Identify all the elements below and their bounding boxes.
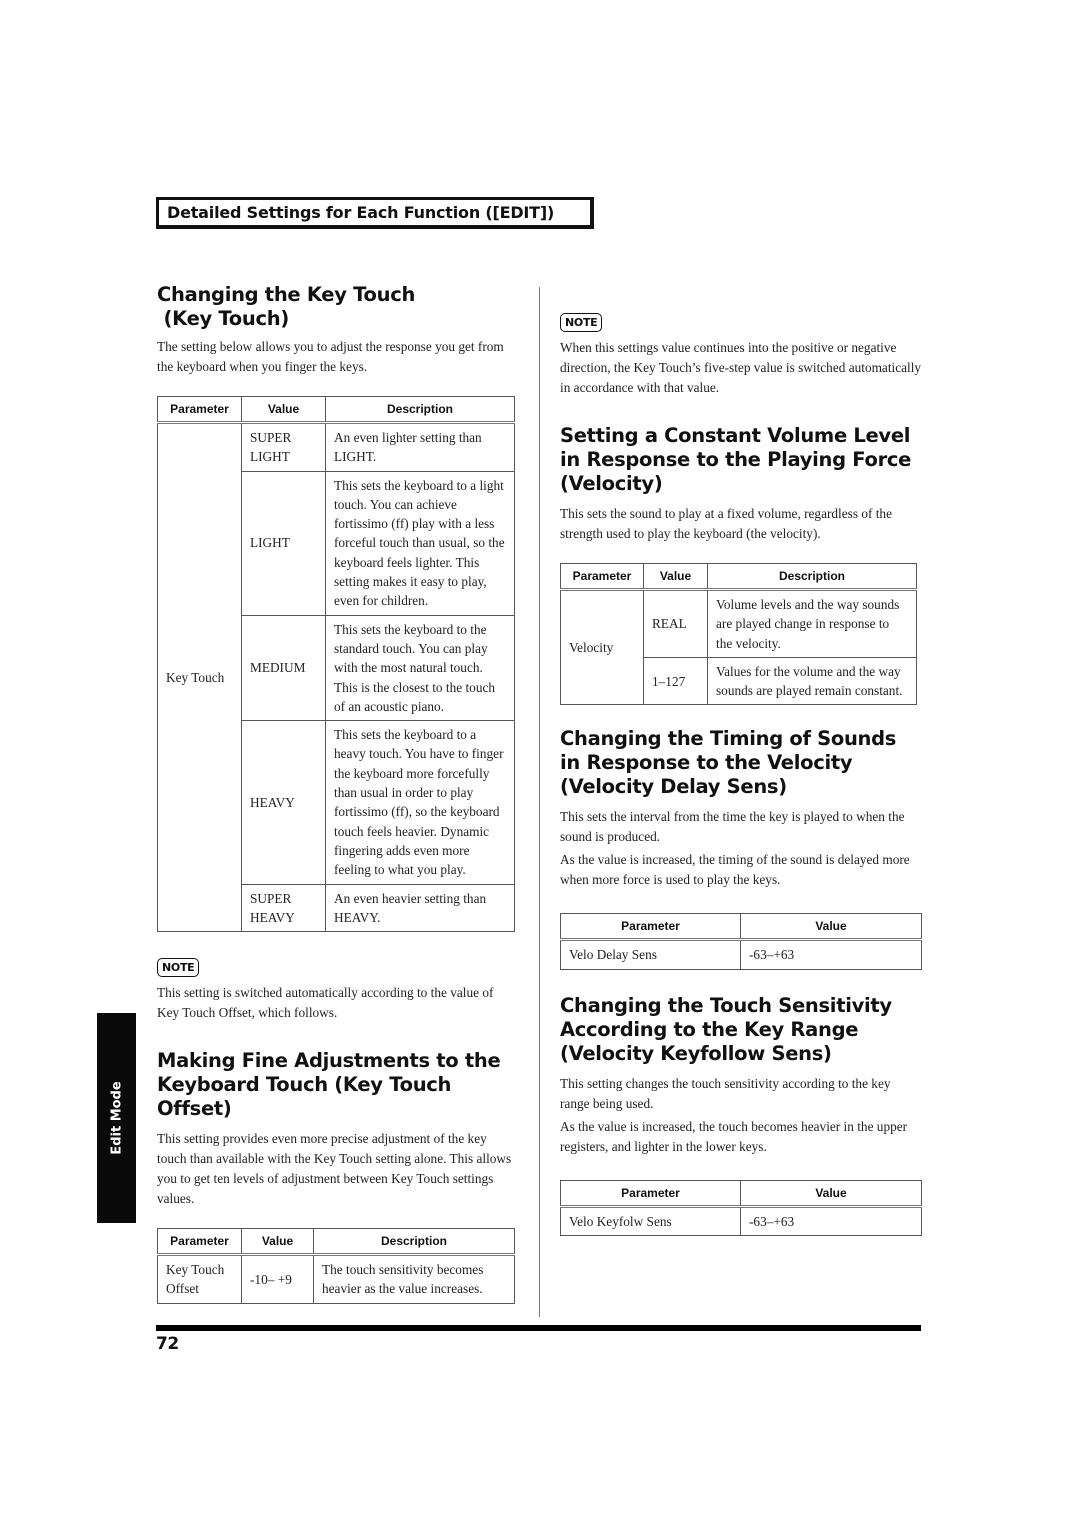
description-cell: This sets the keyboard to a heavy touch.… (325, 720, 515, 885)
velocity-table: Parameter Value Description Velocity REA… (560, 563, 917, 706)
key-touch-offset-intro: This setting provides even more precise … (157, 1131, 512, 1207)
velocity-delay-table: Parameter Value Velo Delay Sens -63–+63 (560, 913, 922, 970)
table-row: Key Touch Offset -10– +9 The touch sensi… (157, 1254, 515, 1304)
heading-line: (Velocity) (560, 472, 663, 495)
description-cell: This sets the keyboard to the standard t… (325, 614, 515, 722)
description-cell: Volume levels and the way sounds are pla… (707, 589, 917, 658)
heading-line: Setting a Constant Volume Level (560, 424, 911, 447)
table-header: Parameter (157, 396, 242, 424)
velocity-keyfollow-para2: As the value is increased, the touch bec… (560, 1118, 908, 1154)
table-row: Velo Keyfolw Sens -63–+63 (560, 1205, 922, 1237)
parameter-cell: Velocity (560, 588, 644, 706)
note-icon: NOTE (157, 958, 200, 978)
table-header: Parameter (560, 563, 644, 591)
velocity-intro: This sets the sound to play at a fixed v… (560, 506, 892, 541)
section-header-title: Detailed Settings for Each Function ([ED… (167, 203, 555, 222)
footer-rule (156, 1325, 921, 1331)
table-header: Description (325, 396, 515, 424)
velocity-delay-heading: Changing the Timing of Sounds in Respons… (560, 727, 922, 799)
velocity-keyfollow-table: Parameter Value Velo Keyfolw Sens -63–+6… (560, 1179, 922, 1237)
page-number: 72 (156, 1334, 179, 1354)
value-cell: MEDIUM (241, 614, 326, 722)
note-text: When this settings value continues into … (560, 340, 922, 395)
velocity-delay-para2: As the value is increased, the timing of… (560, 852, 910, 888)
note-text: This setting is switched automatically a… (157, 985, 494, 1021)
value-cell: REAL (643, 589, 708, 658)
heading-line: (Velocity Delay Sens) (560, 775, 787, 799)
description-cell: An even lighter setting than LIGHT. (325, 422, 515, 472)
heading-line: in Response to the Playing Force (560, 448, 912, 471)
column-divider (539, 287, 540, 1317)
value-cell: SUPER LIGHT (241, 422, 326, 472)
table-header: Value (740, 1179, 922, 1208)
heading-line: According to the Key Range (560, 1017, 859, 1041)
description-cell: Values for the volume and the way sounds… (707, 656, 917, 706)
key-touch-table: Parameter Value Description Key Touch SU… (157, 396, 515, 933)
value-cell: -63–+63 (740, 939, 922, 970)
table-header: Value (241, 396, 326, 424)
parameter-cell: Velo Keyfolw Sens (560, 1205, 741, 1237)
velocity-keyfollow-heading: Changing the Touch Sensitivity According… (560, 994, 922, 1066)
table-header: Parameter (560, 1179, 741, 1208)
key-touch-heading: Changing the Key Touch (Key Touch) (157, 283, 515, 331)
left-column: Changing the Key Touch (Key Touch) The s… (157, 283, 515, 1304)
value-cell: -63–+63 (740, 1205, 922, 1237)
edit-mode-side-tab: Edit Mode (97, 1013, 136, 1223)
table-header: Value (740, 913, 922, 942)
description-cell: The touch sensitivity becomes heavier as… (313, 1254, 515, 1304)
heading-line: Changing the Key Touch (157, 283, 416, 306)
heading-line: (Velocity Keyfollow Sens) (560, 1041, 832, 1065)
right-column: NOTE When this settings value continues … (560, 313, 922, 1237)
table-header: Value (643, 563, 708, 591)
heading-line: Keyboard Touch (Key Touch Offset) (157, 1073, 452, 1121)
velocity-delay-para1: This sets the interval from the time the… (560, 809, 905, 845)
heading-line: Changing the Timing of Sounds (560, 727, 897, 751)
velocity-keyfollow-para1: This setting changes the touch sensitivi… (560, 1075, 891, 1111)
side-tab-label: Edit Mode (109, 1081, 124, 1155)
value-cell: -10– +9 (241, 1254, 314, 1304)
key-touch-offset-heading: Making Fine Adjustments to the Keyboard … (157, 1049, 515, 1121)
description-cell: This sets the keyboard to a light touch.… (325, 470, 515, 616)
table-header: Value (241, 1228, 314, 1257)
table-row: Velocity REAL Volume levels and the way … (560, 588, 917, 706)
table-header: Description (707, 563, 917, 591)
table-row: Key Touch SUPER LIGHT An even lighter se… (157, 421, 515, 933)
table-header: Parameter (560, 913, 741, 942)
heading-line: Changing the Touch Sensitivity (560, 993, 892, 1017)
value-cell: SUPER HEAVY (241, 883, 326, 933)
table-row: Velo Delay Sens -63–+63 (560, 939, 922, 970)
heading-line: Making Fine Adjustments to the (157, 1049, 501, 1073)
value-cell: 1–127 (643, 656, 708, 706)
parameter-cell: Key Touch Offset (157, 1254, 242, 1304)
heading-line: (Key Touch) (157, 307, 289, 330)
section-header: Detailed Settings for Each Function ([ED… (156, 197, 594, 229)
parameter-cell: Velo Delay Sens (560, 939, 741, 970)
note-block: NOTE This setting is switched automatica… (157, 958, 515, 1023)
velocity-heading: Setting a Constant Volume Level in Respo… (560, 424, 922, 496)
value-cell: HEAVY (241, 720, 326, 885)
note-icon: NOTE (560, 313, 603, 332)
table-header: Parameter (157, 1228, 242, 1257)
description-cell: An even heavier setting than HEAVY. (325, 883, 515, 933)
key-touch-offset-table: Parameter Value Description Key Touch Of… (157, 1228, 515, 1304)
heading-line: in Response to the Velocity (560, 751, 853, 775)
key-touch-intro: The setting below allows you to adjust t… (157, 339, 504, 374)
table-header: Description (313, 1228, 515, 1257)
value-cell: LIGHT (241, 470, 326, 616)
parameter-cell: Key Touch (157, 421, 242, 933)
